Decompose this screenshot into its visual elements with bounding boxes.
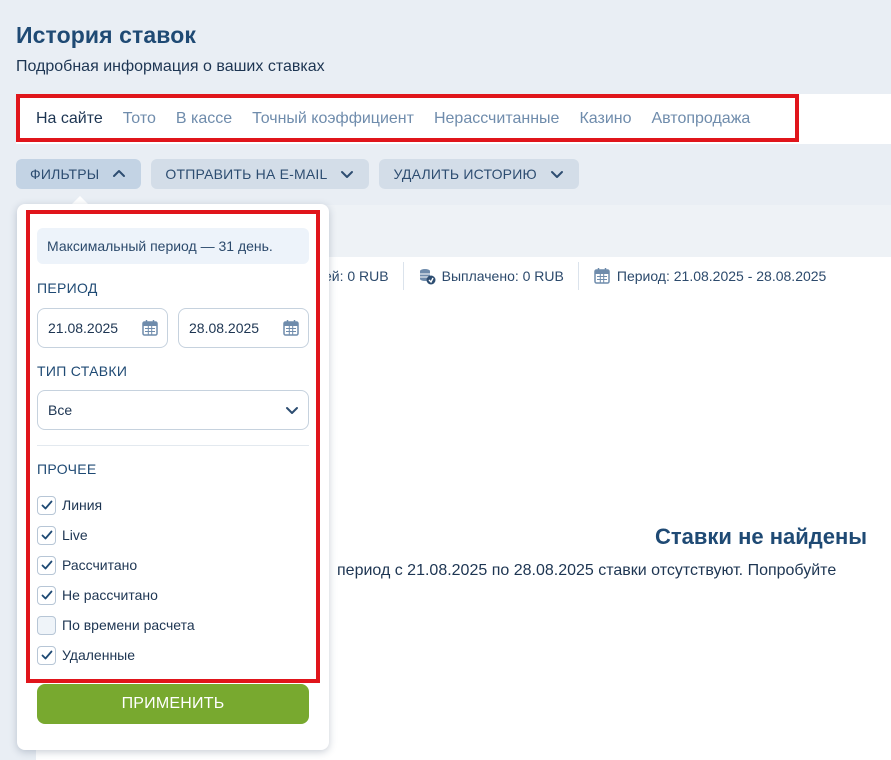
- checkbox-label: Рассчитано: [62, 557, 138, 573]
- date-to-value: 28.08.2025: [189, 320, 260, 336]
- bet-type-value: Все: [48, 402, 73, 418]
- empty-state-title: Ставки не найдены: [655, 524, 868, 549]
- checkbox-box[interactable]: [37, 585, 56, 605]
- stat-bets-sum-text: ей: 0 RUB: [324, 268, 389, 284]
- checkbox-line[interactable]: Линия: [37, 490, 195, 520]
- calendar-icon: [142, 320, 158, 336]
- page-title: История ставок: [16, 22, 196, 48]
- tabs-highlight-frame: [16, 94, 799, 142]
- coins-icon: [419, 269, 436, 285]
- send-email-button[interactable]: ОТПРАВИТЬ НА E-MAIL: [151, 159, 370, 189]
- checkbox-label: Удаленные: [62, 647, 136, 663]
- stat-paid: Выплачено: 0 RUB: [402, 262, 578, 290]
- empty-state-text: период с 21.08.2025 по 28.08.2025 ставки…: [337, 562, 837, 579]
- checkbox-live[interactable]: Live: [37, 520, 195, 550]
- date-to-input[interactable]: 28.08.2025: [178, 308, 309, 348]
- checkmark-icon: [41, 590, 52, 600]
- chevron-down-icon: [341, 171, 354, 178]
- bet-type-select[interactable]: Все: [37, 390, 309, 430]
- date-from-value: 21.08.2025: [48, 320, 119, 336]
- checkbox-unsettled[interactable]: Не рассчитано: [37, 580, 195, 610]
- checkbox-box[interactable]: [37, 555, 56, 575]
- page-subtitle: Подробная информация о ваших ставках: [16, 58, 325, 75]
- checkbox-box[interactable]: [37, 615, 56, 635]
- chevron-up-icon: [113, 170, 126, 177]
- stat-period-text: Период: 21.08.2025 - 28.08.2025: [616, 268, 827, 284]
- stat-period: Период: 21.08.2025 - 28.08.2025: [577, 262, 840, 290]
- stat-paid-text: Выплачено: 0 RUB: [441, 268, 564, 284]
- section-divider: [37, 445, 309, 446]
- send-email-button-label: ОТПРАВИТЬ НА E-MAIL: [165, 166, 328, 182]
- panel-pointer: [72, 196, 88, 204]
- checkmark-icon: [41, 530, 52, 540]
- other-checkbox-list: Линия Live Рассчитано Не рассчитано По в…: [37, 490, 195, 670]
- checkbox-label: Не рассчитано: [62, 587, 158, 603]
- stats-bar: ей: 0 RUB Выплачено: 0 RUB Период: 21.08…: [310, 258, 871, 294]
- chevron-down-icon: [550, 171, 563, 178]
- calendar-icon: [283, 320, 299, 336]
- date-from-input[interactable]: 21.08.2025: [37, 308, 168, 348]
- checkbox-box[interactable]: [37, 525, 56, 545]
- checkbox-by-settle-time[interactable]: По времени расчета: [37, 610, 195, 640]
- apply-button[interactable]: ПРИМЕНИТЬ: [37, 684, 309, 724]
- delete-history-button-label: УДАЛИТЬ ИСТОРИЮ: [393, 166, 537, 182]
- checkmark-icon: [41, 560, 52, 570]
- page-header: История ставок Подробная информация о ва…: [16, 22, 325, 76]
- checkbox-settled[interactable]: Рассчитано: [37, 550, 195, 580]
- checkbox-label: Live: [62, 527, 88, 543]
- checkbox-label: Линия: [62, 497, 103, 513]
- period-label: ПЕРИОД: [37, 280, 98, 296]
- checkbox-deleted[interactable]: Удаленные: [37, 640, 195, 670]
- checkbox-box[interactable]: [37, 645, 56, 665]
- period-notice: Максимальный период — 31 день.: [37, 228, 309, 264]
- chevron-down-icon: [286, 407, 298, 414]
- delete-history-button[interactable]: УДАЛИТЬ ИСТОРИЮ: [379, 159, 579, 189]
- filters-button[interactable]: ФИЛЬТРЫ: [16, 159, 142, 189]
- checkbox-box[interactable]: [37, 495, 56, 515]
- calendar-icon: [594, 268, 610, 284]
- filters-button-label: ФИЛЬТРЫ: [30, 166, 100, 182]
- checkmark-icon: [41, 500, 52, 510]
- checkmark-icon: [41, 650, 52, 660]
- bet-type-label: ТИП СТАВКИ: [37, 363, 128, 379]
- other-label: ПРОЧЕЕ: [37, 461, 97, 477]
- checkbox-label: По времени расчета: [62, 617, 195, 633]
- toolbar: ФИЛЬТРЫ ОТПРАВИТЬ НА E-MAIL УДАЛИТЬ ИСТО…: [16, 159, 579, 189]
